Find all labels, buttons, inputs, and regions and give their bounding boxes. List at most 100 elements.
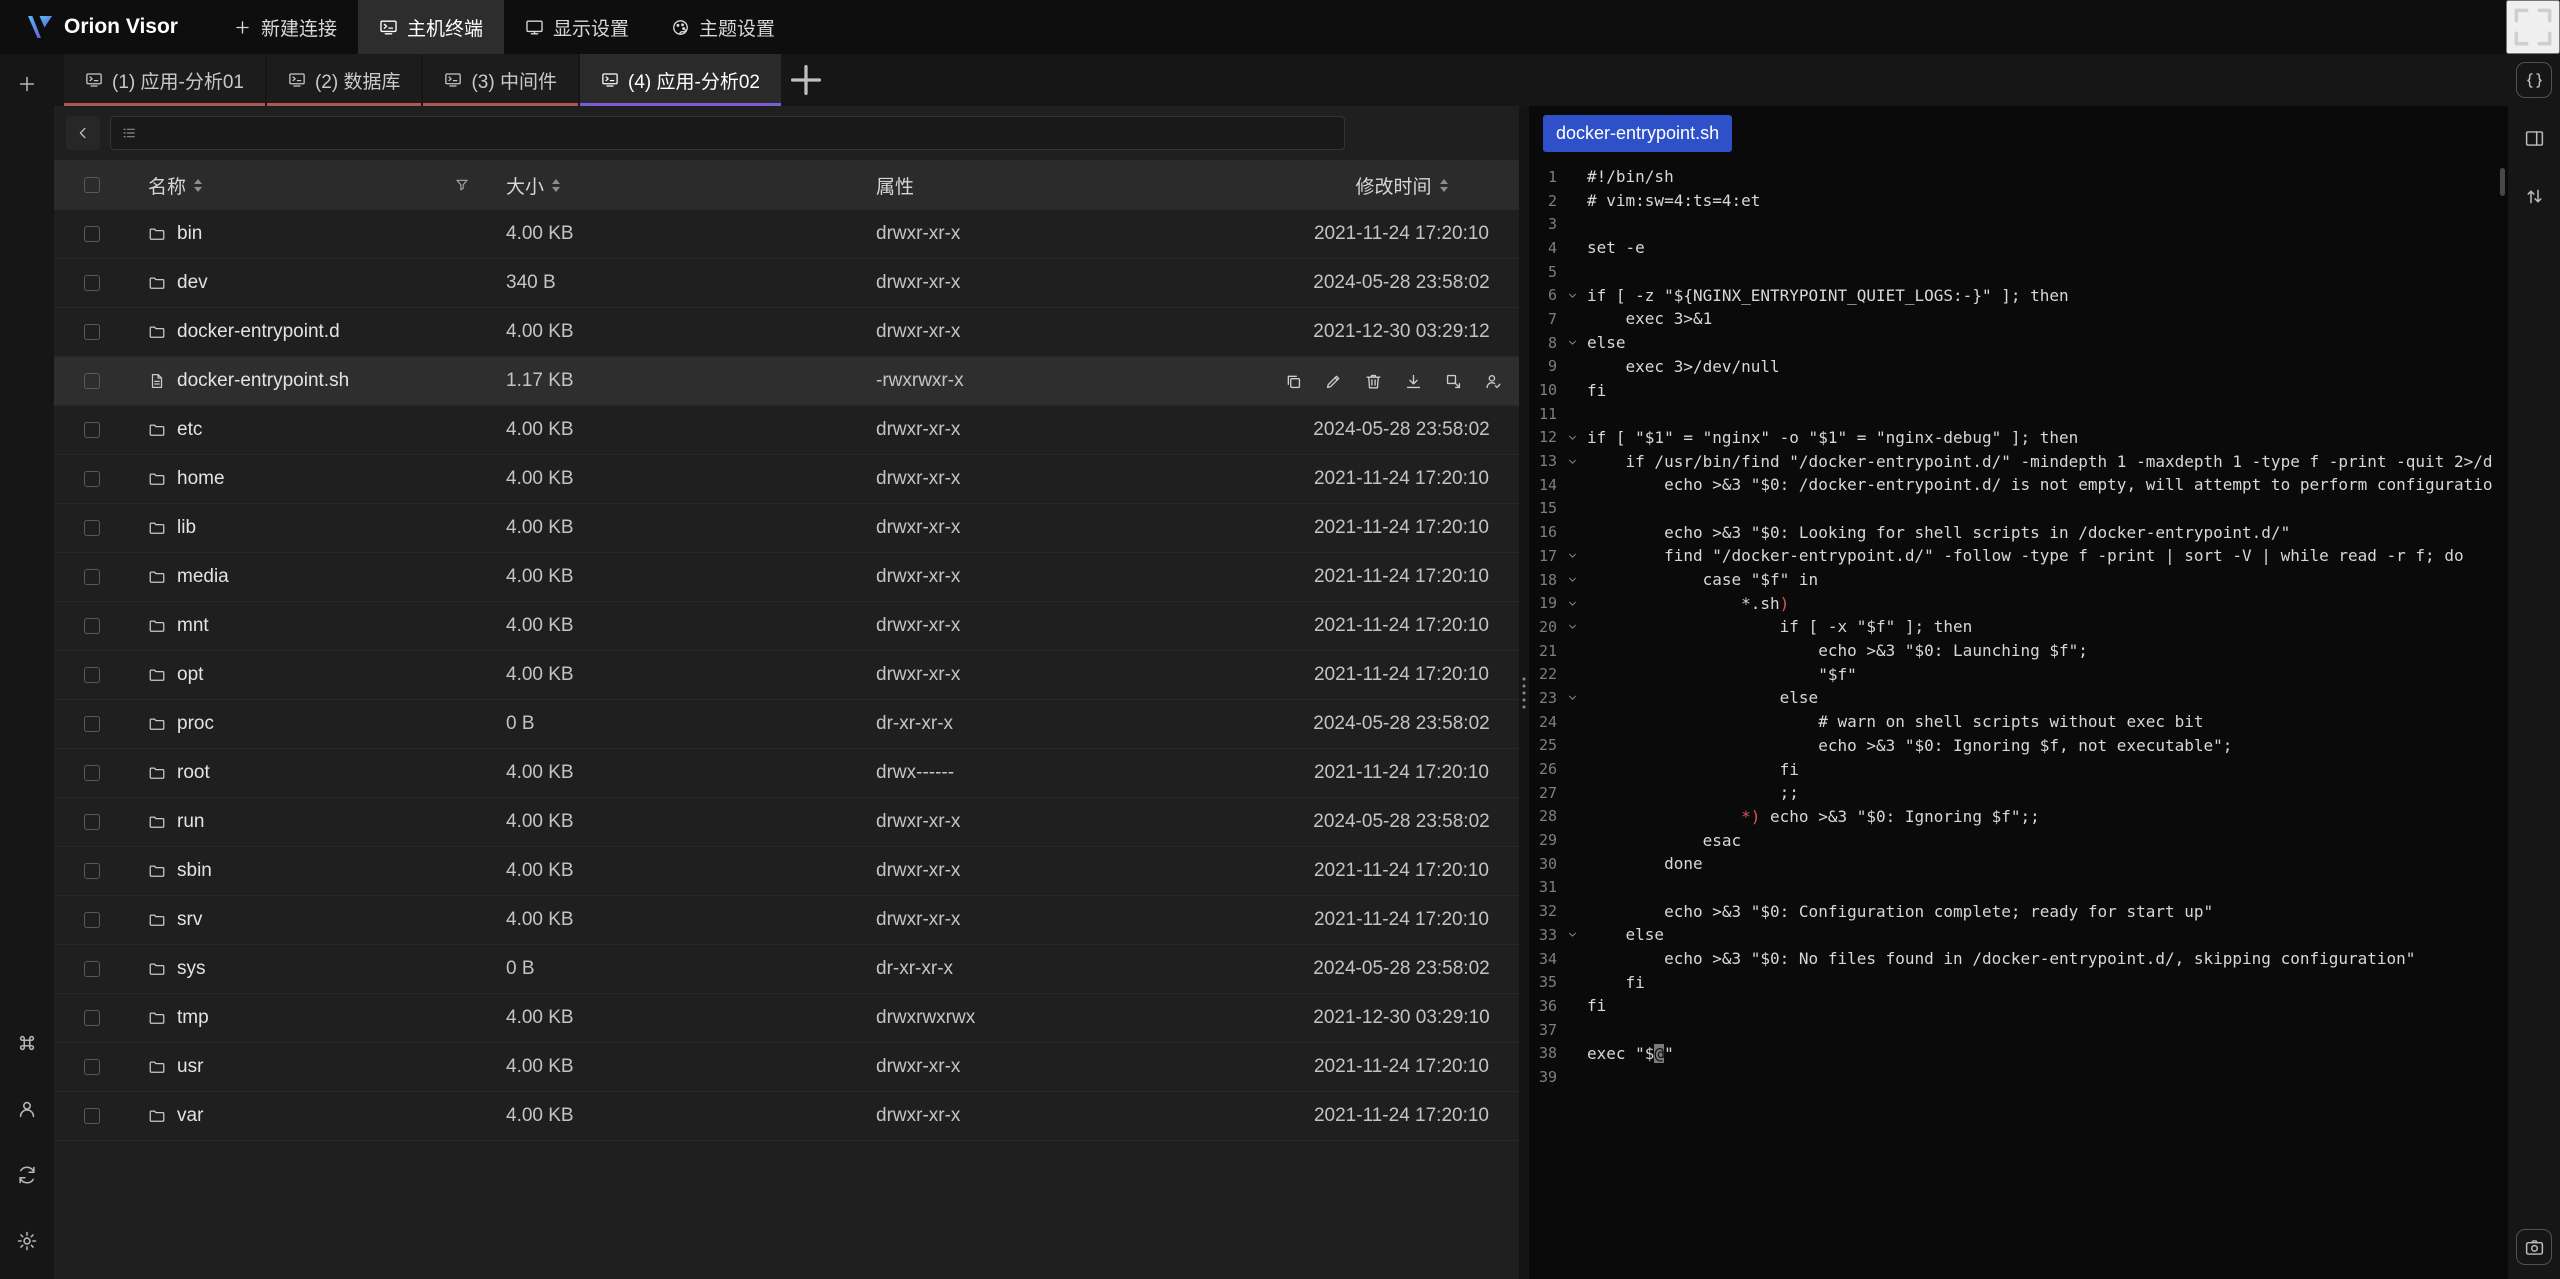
- table-row[interactable]: etc 4.00 KB drwxr-xr-x 2024-05-28 23:58:…: [54, 406, 1519, 455]
- table-row[interactable]: proc 0 B dr-xr-xr-x 2024-05-28 23:58:02: [54, 700, 1519, 749]
- layout-button[interactable]: [2516, 120, 2552, 156]
- row-checkbox[interactable]: [84, 1059, 100, 1075]
- path-input[interactable]: [110, 116, 1345, 150]
- name-sort-control[interactable]: [194, 179, 202, 192]
- fold-toggle-icon[interactable]: [1557, 336, 1587, 349]
- user-button[interactable]: [9, 1091, 45, 1127]
- fold-toggle-icon[interactable]: [1557, 573, 1587, 586]
- filter-icon[interactable]: [454, 177, 470, 193]
- new-tab-button[interactable]: [783, 54, 829, 106]
- fold-toggle-icon[interactable]: [1557, 289, 1587, 302]
- fold-toggle-icon[interactable]: [1557, 928, 1587, 941]
- column-size-label: 大小: [506, 172, 544, 199]
- row-checkbox[interactable]: [84, 912, 100, 928]
- table-row[interactable]: lib 4.00 KB drwxr-xr-x 2021-11-24 17:20:…: [54, 504, 1519, 553]
- row-checkbox[interactable]: [84, 275, 100, 291]
- table-row[interactable]: dev 340 B drwxr-xr-x 2024-05-28 23:58:02: [54, 259, 1519, 308]
- row-checkbox[interactable]: [84, 520, 100, 536]
- row-checkbox[interactable]: [84, 226, 100, 242]
- topbar-spacer: [796, 0, 2506, 54]
- row-checkbox[interactable]: [84, 373, 100, 389]
- fold-toggle-icon[interactable]: [1557, 620, 1587, 633]
- menu-item-display-settings[interactable]: 显示设置: [504, 0, 650, 54]
- panel-splitter[interactable]: [1519, 106, 1529, 1279]
- editor-scrollbar[interactable]: [2500, 168, 2505, 196]
- table-row[interactable]: home 4.00 KB drwxr-xr-x 2021-11-24 17:20…: [54, 455, 1519, 504]
- download-icon[interactable]: [1404, 372, 1423, 391]
- fold-toggle-icon[interactable]: [1557, 597, 1587, 610]
- code-line: 4 set -e: [1529, 236, 2508, 260]
- row-checkbox[interactable]: [84, 569, 100, 585]
- size-sort-control[interactable]: [552, 179, 560, 192]
- camera-button[interactable]: [2516, 1229, 2552, 1265]
- row-attr: drwx------: [864, 762, 1284, 784]
- edit-icon[interactable]: [1324, 372, 1343, 391]
- table-row[interactable]: root 4.00 KB drwx------ 2021-11-24 17:20…: [54, 749, 1519, 798]
- row-size: 4.00 KB: [494, 1056, 864, 1078]
- plus-button[interactable]: [9, 66, 45, 102]
- select-all-checkbox[interactable]: [84, 177, 100, 193]
- row-checkbox[interactable]: [84, 765, 100, 781]
- row-checkbox[interactable]: [84, 716, 100, 732]
- back-button[interactable]: [66, 116, 100, 150]
- row-checkbox[interactable]: [84, 1010, 100, 1026]
- row-checkbox[interactable]: [84, 618, 100, 634]
- mtime-sort-control[interactable]: [1440, 179, 1448, 192]
- editor-file-tab[interactable]: docker-entrypoint.sh: [1543, 115, 1732, 152]
- move-icon[interactable]: [1444, 372, 1463, 391]
- path-input-field[interactable]: [145, 123, 1334, 143]
- menu-item-theme-settings[interactable]: 主题设置: [650, 0, 796, 54]
- table-row[interactable]: bin 4.00 KB drwxr-xr-x 2021-11-24 17:20:…: [54, 210, 1519, 259]
- terminal-tab[interactable]: (4) 应用-分析02: [580, 54, 781, 106]
- row-size: 4.00 KB: [494, 762, 864, 784]
- settings-button[interactable]: [9, 1223, 45, 1259]
- row-checkbox[interactable]: [84, 422, 100, 438]
- copy-icon[interactable]: [1284, 372, 1303, 391]
- row-attr: dr-xr-xr-x: [864, 713, 1284, 735]
- row-checkbox[interactable]: [84, 471, 100, 487]
- row-checkbox[interactable]: [84, 961, 100, 977]
- permission-icon[interactable]: [1484, 372, 1503, 391]
- fullscreen-button[interactable]: [2506, 0, 2560, 54]
- fold-toggle-icon[interactable]: [1557, 455, 1587, 468]
- terminal-tab[interactable]: (2) 数据库: [267, 54, 422, 106]
- table-row[interactable]: usr 4.00 KB drwxr-xr-x 2021-11-24 17:20:…: [54, 1043, 1519, 1092]
- row-checkbox[interactable]: [84, 324, 100, 340]
- fold-toggle-icon[interactable]: [1557, 691, 1587, 704]
- table-row[interactable]: run 4.00 KB drwxr-xr-x 2024-05-28 23:58:…: [54, 798, 1519, 847]
- swap-button[interactable]: [2516, 178, 2552, 214]
- row-checkbox[interactable]: [84, 1108, 100, 1124]
- table-row[interactable]: docker-entrypoint.sh 1.17 KB -rwxrwxr-x: [54, 357, 1519, 406]
- table-row[interactable]: srv 4.00 KB drwxr-xr-x 2021-11-24 17:20:…: [54, 896, 1519, 945]
- table-row[interactable]: tmp 4.00 KB drwxrwxrwx 2021-12-30 03:29:…: [54, 994, 1519, 1043]
- row-attr: drwxr-xr-x: [864, 419, 1284, 441]
- line-number: 35: [1529, 973, 1557, 991]
- code-line: 8 else: [1529, 331, 2508, 355]
- delete-icon[interactable]: [1364, 372, 1383, 391]
- menu-item-host-terminal[interactable]: 主机终端: [358, 0, 504, 54]
- table-row[interactable]: var 4.00 KB drwxr-xr-x 2021-11-24 17:20:…: [54, 1092, 1519, 1141]
- table-row[interactable]: docker-entrypoint.d 4.00 KB drwxr-xr-x 2…: [54, 308, 1519, 357]
- sync-button[interactable]: [9, 1157, 45, 1193]
- row-checkbox[interactable]: [84, 667, 100, 683]
- table-row[interactable]: opt 4.00 KB drwxr-xr-x 2021-11-24 17:20:…: [54, 651, 1519, 700]
- row-checkbox[interactable]: [84, 814, 100, 830]
- line-number: 27: [1529, 784, 1557, 802]
- menu-item-new-connection[interactable]: 新建连接: [212, 0, 358, 54]
- row-size: 0 B: [494, 958, 864, 980]
- row-checkbox[interactable]: [84, 863, 100, 879]
- terminal-tab[interactable]: (3) 中间件: [423, 54, 578, 106]
- table-row[interactable]: mnt 4.00 KB drwxr-xr-x 2021-11-24 17:20:…: [54, 602, 1519, 651]
- row-name: docker-entrypoint.d: [130, 321, 494, 343]
- code-line: 9 exec 3>/dev/null: [1529, 355, 2508, 379]
- table-row[interactable]: sys 0 B dr-xr-xr-x 2024-05-28 23:58:02: [54, 945, 1519, 994]
- folder-icon: [148, 274, 166, 292]
- braces-button[interactable]: [2516, 62, 2552, 98]
- fold-toggle-icon[interactable]: [1557, 431, 1587, 444]
- terminal-tab[interactable]: (1) 应用-分析01: [64, 54, 265, 106]
- row-size: 4.00 KB: [494, 468, 864, 490]
- command-button[interactable]: [9, 1025, 45, 1061]
- table-row[interactable]: media 4.00 KB drwxr-xr-x 2021-11-24 17:2…: [54, 553, 1519, 602]
- table-row[interactable]: sbin 4.00 KB drwxr-xr-x 2021-11-24 17:20…: [54, 847, 1519, 896]
- fold-toggle-icon[interactable]: [1557, 549, 1587, 562]
